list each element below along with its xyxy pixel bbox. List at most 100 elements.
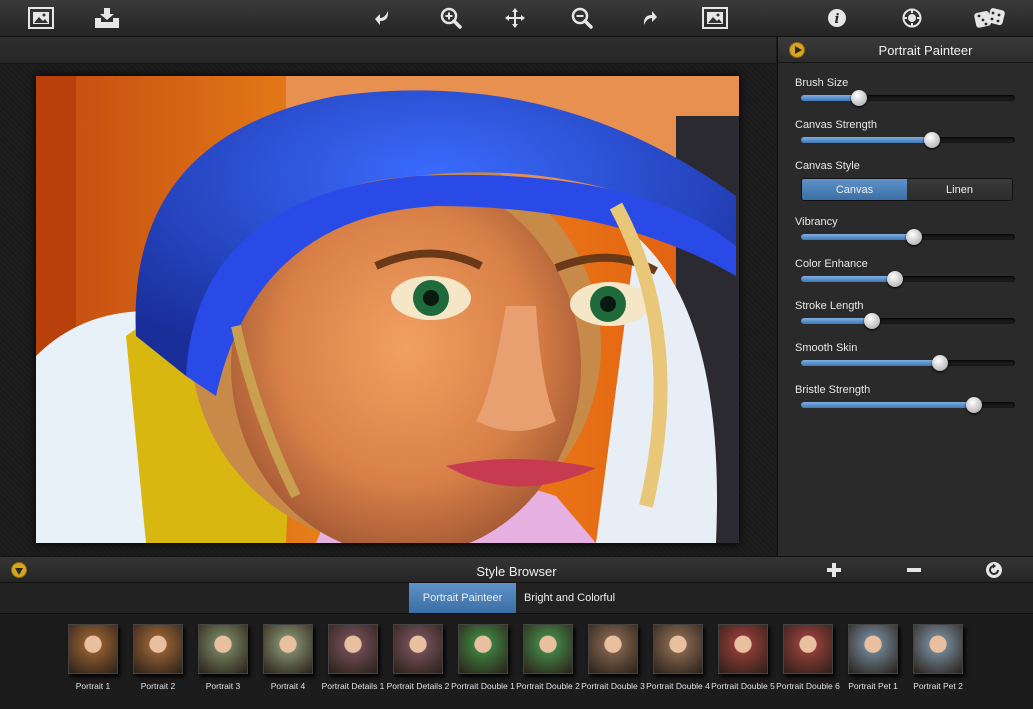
redo-icon[interactable] xyxy=(634,4,664,32)
style-thumbnail-label: Portrait Pet 1 xyxy=(848,681,898,691)
slider-thumb[interactable] xyxy=(850,90,867,106)
style-thumbnail-label: Portrait Double 2 xyxy=(516,681,580,691)
slider-fill xyxy=(801,137,932,143)
pan-icon[interactable] xyxy=(500,4,530,32)
random-dice-icon[interactable] xyxy=(972,4,1008,32)
panel-header: Portrait Painteer xyxy=(778,37,1033,63)
canvas-style-label: Canvas Style xyxy=(795,160,860,172)
style-thumbnail-image[interactable] xyxy=(133,624,183,674)
filter-settings-panel: Portrait Painteer Brush Size Canvas Stre… xyxy=(777,37,1033,556)
slider-thumb[interactable] xyxy=(863,313,880,329)
style-thumbnail[interactable]: Portrait Pet 1 xyxy=(841,624,905,691)
style-thumbnail-image[interactable] xyxy=(653,624,703,674)
style-thumbnail[interactable]: Portrait Double 3 xyxy=(581,624,645,691)
smooth-skin-slider[interactable] xyxy=(801,355,1015,371)
vibrancy-label: Vibrancy xyxy=(795,216,838,228)
style-thumbnail-label: Portrait Double 6 xyxy=(776,681,840,691)
canvas-header-bar xyxy=(0,37,776,64)
style-thumbnail-image[interactable] xyxy=(523,624,573,674)
canvas-strength-control: Canvas Strength xyxy=(795,119,1017,148)
color-enhance-control: Color Enhance xyxy=(795,258,1017,287)
style-thumbnail-label: Portrait 1 xyxy=(75,681,111,691)
brush-size-slider[interactable] xyxy=(801,90,1015,106)
style-thumbnail[interactable]: Portrait Double 6 xyxy=(776,624,840,691)
style-thumbnail[interactable]: Portrait 3 xyxy=(191,624,255,691)
open-image-icon[interactable] xyxy=(26,4,56,32)
reset-style-icon[interactable] xyxy=(984,561,1004,579)
style-thumbnail-image[interactable] xyxy=(328,624,378,674)
style-thumbnail-image[interactable] xyxy=(913,624,963,674)
add-style-icon[interactable] xyxy=(824,561,844,579)
style-thumbnail[interactable]: Portrait Double 1 xyxy=(451,624,515,691)
tab-portrait-painteer[interactable]: Portrait Painteer xyxy=(409,583,516,613)
style-thumbnail-image[interactable] xyxy=(783,624,833,674)
stroke-length-slider[interactable] xyxy=(801,313,1015,329)
style-category-tabs: Portrait Painteer Bright and Colorful xyxy=(0,583,1033,613)
slider-fill xyxy=(801,402,975,408)
bristle-strength-label: Bristle Strength xyxy=(795,384,871,396)
slider-thumb[interactable] xyxy=(932,355,949,371)
slider-thumb[interactable] xyxy=(923,132,940,148)
painted-portrait-image[interactable] xyxy=(36,76,739,543)
style-thumbnail[interactable]: Portrait Double 4 xyxy=(646,624,710,691)
bristle-strength-control: Bristle Strength xyxy=(795,384,1017,413)
style-browser-header: Style Browser xyxy=(0,556,1033,583)
canvas-style-linen-button[interactable]: Linen xyxy=(907,179,1012,200)
slider-thumb[interactable] xyxy=(887,271,904,287)
zoom-in-icon[interactable] xyxy=(436,4,466,32)
style-thumbnail[interactable]: Portrait Details 1 xyxy=(321,624,385,691)
vibrancy-slider[interactable] xyxy=(801,229,1015,245)
style-thumbnail[interactable]: Portrait 4 xyxy=(256,624,320,691)
style-thumbnail-label: Portrait Pet 2 xyxy=(913,681,963,691)
style-thumbnail-image[interactable] xyxy=(263,624,313,674)
style-thumbnail-label: Portrait Double 5 xyxy=(711,681,775,691)
canvas-area xyxy=(0,64,776,556)
style-thumbnail-image[interactable] xyxy=(588,624,638,674)
bristle-strength-slider[interactable] xyxy=(801,397,1015,413)
style-thumbnail-label: Portrait Double 1 xyxy=(451,681,515,691)
slider-thumb[interactable] xyxy=(906,229,923,245)
style-thumbnail-image[interactable] xyxy=(458,624,508,674)
style-thumbnail[interactable]: Portrait Pet 2 xyxy=(906,624,970,691)
fit-image-icon[interactable] xyxy=(700,4,730,32)
play-icon[interactable] xyxy=(789,42,805,58)
style-thumbnail-image[interactable] xyxy=(718,624,768,674)
brush-size-label: Brush Size xyxy=(795,77,849,89)
vibrancy-control: Vibrancy xyxy=(795,216,1017,245)
settings-icon[interactable] xyxy=(897,4,927,32)
style-thumbnail[interactable]: Portrait 1 xyxy=(61,624,125,691)
tab-bright-and-colorful[interactable]: Bright and Colorful xyxy=(516,583,623,613)
info-icon[interactable]: i xyxy=(822,4,852,32)
style-thumbnail[interactable]: Portrait 2 xyxy=(126,624,190,691)
save-icon[interactable] xyxy=(92,4,122,32)
slider-fill xyxy=(801,234,915,240)
canvas-style-control: Canvas Style Canvas Linen xyxy=(795,160,1017,201)
style-thumbnail[interactable]: Portrait Double 5 xyxy=(711,624,775,691)
style-thumbnail[interactable]: Portrait Double 2 xyxy=(516,624,580,691)
canvas-strength-label: Canvas Strength xyxy=(795,119,877,131)
svg-text:i: i xyxy=(835,12,840,27)
slider-fill xyxy=(801,360,941,366)
canvas-strength-slider[interactable] xyxy=(801,132,1015,148)
style-thumbnail-label: Portrait Details 1 xyxy=(321,681,385,691)
style-thumbnail-label: Portrait Double 4 xyxy=(646,681,710,691)
brush-size-control: Brush Size xyxy=(795,77,1017,106)
style-thumbnail-image[interactable] xyxy=(848,624,898,674)
style-thumbnail-image[interactable] xyxy=(198,624,248,674)
style-browser-title: Style Browser xyxy=(476,564,557,579)
style-thumbnail-label: Portrait Double 3 xyxy=(581,681,645,691)
style-thumbnail[interactable]: Portrait Details 2 xyxy=(386,624,450,691)
color-enhance-label: Color Enhance xyxy=(795,258,868,270)
style-thumbnail-image[interactable] xyxy=(68,624,118,674)
smooth-skin-control: Smooth Skin xyxy=(795,342,1017,371)
main-toolbar: i xyxy=(0,0,1033,37)
canvas-style-segmented: Canvas Linen xyxy=(801,178,1013,201)
remove-style-icon[interactable] xyxy=(904,561,924,579)
slider-thumb[interactable] xyxy=(966,397,983,413)
style-thumbnail-image[interactable] xyxy=(393,624,443,674)
zoom-out-icon[interactable] xyxy=(567,4,597,32)
undo-icon[interactable] xyxy=(368,4,398,32)
color-enhance-slider[interactable] xyxy=(801,271,1015,287)
canvas-style-canvas-button[interactable]: Canvas xyxy=(802,179,907,200)
panel-title: Portrait Painteer xyxy=(878,43,973,58)
